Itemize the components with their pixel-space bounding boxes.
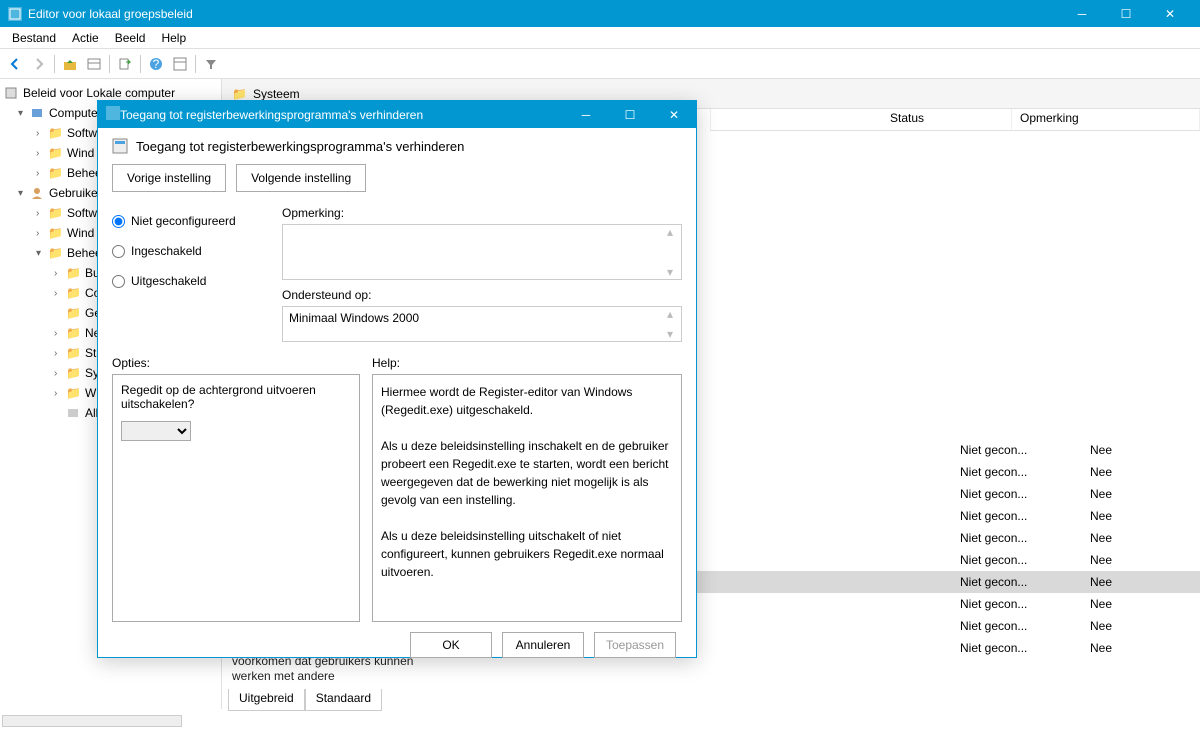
supported-box: Minimaal Windows 2000▴▾: [282, 306, 682, 342]
tree-item[interactable]: W: [85, 386, 96, 400]
statusbar: [2, 715, 1198, 731]
help-box: Hiermee wordt de Register-editor van Win…: [372, 374, 682, 622]
options-select[interactable]: [121, 421, 191, 441]
main-titlebar: Editor voor lokaal groepsbeleid ─ ☐ ✕: [0, 0, 1200, 27]
tab-standaard[interactable]: Standaard: [305, 689, 382, 711]
crumb-label: Systeem: [253, 87, 300, 101]
dialog-heading: Toegang tot registerbewerkingsprogramma'…: [136, 139, 464, 154]
app-icon: [8, 7, 22, 21]
policy-icon: [112, 138, 128, 154]
col-comment[interactable]: Opmerking: [1012, 109, 1200, 130]
menu-bestand[interactable]: Bestand: [4, 29, 64, 47]
help-label: Help:: [372, 356, 682, 370]
apply-button[interactable]: Toepassen: [594, 632, 676, 658]
comment-label: Opmerking:: [282, 206, 682, 220]
main-title: Editor voor lokaal groepsbeleid: [28, 7, 1060, 21]
prev-setting-button[interactable]: Vorige instelling: [112, 164, 226, 192]
back-icon[interactable]: [4, 53, 26, 75]
forward-icon[interactable]: [28, 53, 50, 75]
tree-user[interactable]: Gebruike: [49, 186, 98, 200]
options-label: Opties:: [112, 356, 360, 370]
dialog-icon: [106, 106, 120, 123]
options-box: Regedit op de achtergrond uitvoeren uits…: [112, 374, 360, 622]
menubar: Bestand Actie Beeld Help: [0, 27, 1200, 49]
tree-item[interactable]: Wind: [67, 226, 94, 240]
ok-button[interactable]: OK: [410, 632, 492, 658]
help-text: Hiermee wordt de Register-editor van Win…: [381, 383, 673, 581]
supported-label: Ondersteund op:: [282, 288, 682, 302]
next-setting-button[interactable]: Volgende instelling: [236, 164, 366, 192]
dialog-close-button[interactable]: ✕: [652, 101, 696, 128]
dialog-minimize-button[interactable]: ─: [564, 101, 608, 128]
minimize-button[interactable]: ─: [1060, 0, 1104, 27]
dialog-title: Toegang tot registerbewerkingsprogramma'…: [120, 108, 564, 122]
cancel-button[interactable]: Annuleren: [502, 632, 584, 658]
column-headers: Status Opmerking: [710, 109, 1200, 131]
radio-enabled[interactable]: Ingeschakeld: [112, 236, 272, 266]
dialog-maximize-button[interactable]: ☐: [608, 101, 652, 128]
tree-item[interactable]: Softw: [67, 206, 97, 220]
tree-root-label[interactable]: Beleid voor Lokale computer: [23, 86, 175, 100]
status-scrub: [2, 715, 182, 727]
policy-dialog: Toegang tot registerbewerkingsprogramma'…: [97, 100, 697, 658]
folder-icon: 📁: [232, 87, 247, 101]
up-folder-icon[interactable]: [59, 53, 81, 75]
export-icon[interactable]: [114, 53, 136, 75]
menu-beeld[interactable]: Beeld: [107, 29, 154, 47]
comment-box[interactable]: ▴▾: [282, 224, 682, 280]
maximize-button[interactable]: ☐: [1104, 0, 1148, 27]
menu-help[interactable]: Help: [153, 29, 194, 47]
filter-icon[interactable]: [200, 53, 222, 75]
tree-item[interactable]: Wind: [67, 146, 94, 160]
toolbar: ?: [0, 49, 1200, 79]
tab-uitgebreid[interactable]: Uitgebreid: [228, 689, 305, 711]
options-question: Regedit op de achtergrond uitvoeren uits…: [121, 383, 351, 411]
menu-actie[interactable]: Actie: [64, 29, 107, 47]
col-status[interactable]: Status: [882, 109, 1012, 130]
tree-item[interactable]: Softw: [67, 126, 97, 140]
close-button[interactable]: ✕: [1148, 0, 1192, 27]
tab-strip: Uitgebreid Standaard: [228, 689, 382, 711]
svg-text:?: ?: [153, 57, 160, 71]
radio-disabled[interactable]: Uitgeschakeld: [112, 266, 272, 296]
dialog-titlebar: Toegang tot registerbewerkingsprogramma'…: [98, 101, 696, 128]
tree-computer[interactable]: Compute: [49, 106, 98, 120]
properties-icon[interactable]: [169, 53, 191, 75]
help-icon[interactable]: ?: [145, 53, 167, 75]
list-icon[interactable]: [83, 53, 105, 75]
radio-not-configured[interactable]: Niet geconfigureerd: [112, 206, 272, 236]
